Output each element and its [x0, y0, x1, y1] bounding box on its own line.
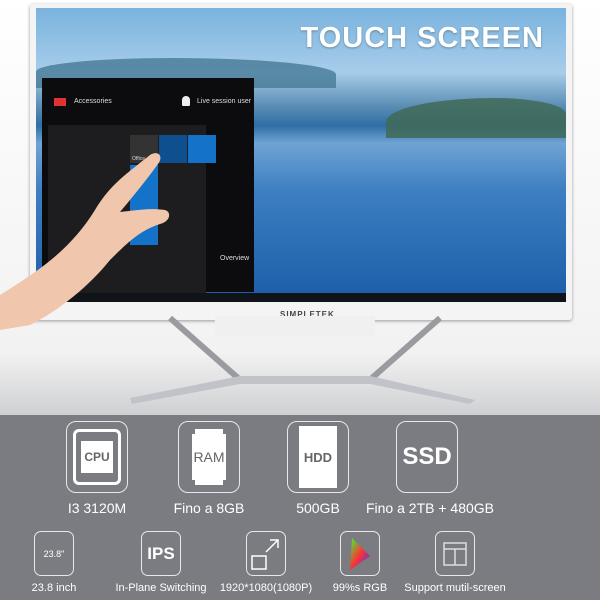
ssd-icon: SSD	[396, 421, 458, 493]
user-label: Live session user	[197, 98, 252, 105]
user-icon	[182, 96, 190, 106]
touch-screen-title: TOUCH SCREEN	[300, 22, 544, 54]
accessories-label: Accessories	[74, 98, 112, 105]
cpu-icon: CPU	[66, 421, 128, 493]
touching-hand	[0, 153, 170, 330]
multi-screen-icon	[435, 531, 475, 576]
ram-label: Fino a 8GB	[173, 500, 245, 516]
screen-size-icon: 23.8"	[34, 531, 74, 576]
ram-icon: RAM	[178, 421, 240, 493]
resolution-label: 1920*1080(1080P)	[219, 582, 313, 594]
product-photo: TOUCH SCREEN Accessories Live session us…	[0, 0, 600, 415]
screen-size-label: 23.8 inch	[31, 582, 77, 594]
ips-label: In-Plane Switching	[115, 582, 207, 594]
resolution-icon	[246, 531, 286, 576]
ips-icon: IPS	[141, 531, 181, 576]
cpu-label: I3 3120M	[67, 500, 127, 516]
ssd-label: Fino a 2TB + 480GB	[365, 500, 495, 516]
color-gamut-icon	[340, 531, 380, 576]
spec-panel: CPU I3 3120M RAM Fino a 8GB HDD 500GB SS…	[0, 415, 600, 600]
multi-screen-label: Support mutil-screen	[404, 582, 506, 594]
hdd-icon: HDD	[287, 421, 349, 493]
overview-label: Overview	[220, 255, 250, 262]
monitor-stand	[130, 316, 475, 404]
hdd-label: 500GB	[296, 500, 340, 516]
accessories-icon	[54, 98, 66, 106]
color-gamut-label: 99%s RGB	[332, 582, 388, 594]
